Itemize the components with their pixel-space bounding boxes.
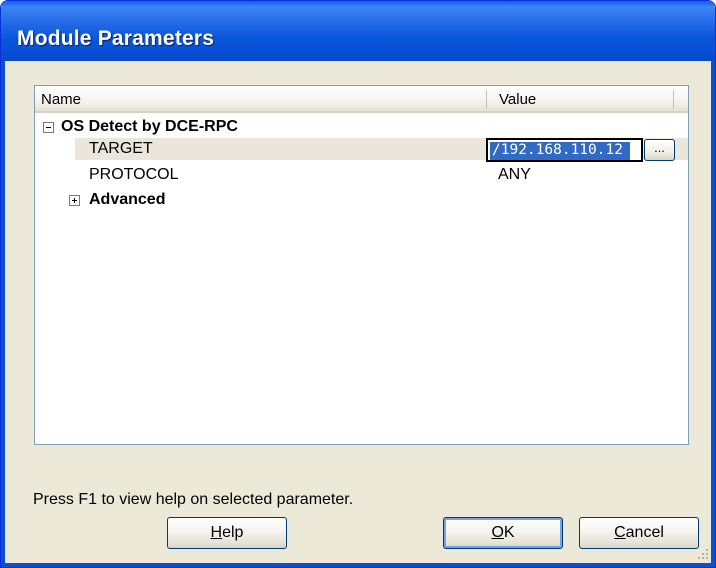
resize-grip-icon[interactable] [697, 549, 709, 561]
column-divider[interactable] [486, 90, 487, 109]
ok-button[interactable]: OK [443, 517, 563, 549]
window-frame-right [711, 61, 715, 567]
parameter-grid: Name Value OS Detect by DCE-RPC TARGET /… [34, 85, 689, 445]
module-parameters-dialog: Module Parameters Name Value OS Detect b… [0, 0, 716, 568]
group-label[interactable]: OS Detect by DCE-RPC [61, 118, 238, 136]
column-divider[interactable] [673, 90, 674, 109]
expand-icon[interactable] [69, 195, 80, 206]
window-frame-bottom [1, 563, 715, 567]
help-hint-text: Press F1 to view help on selected parame… [33, 491, 354, 508]
param-name-target[interactable]: TARGET [89, 140, 153, 158]
collapse-icon[interactable] [43, 122, 54, 133]
cancel-button[interactable]: Cancel [579, 517, 699, 549]
title-bar[interactable]: Module Parameters [1, 1, 715, 61]
window-title: Module Parameters [17, 27, 215, 50]
help-mnemonic: H [210, 524, 223, 541]
target-value-text: /192.168.110.12 [492, 142, 623, 158]
param-name-protocol[interactable]: PROTOCOL [89, 166, 179, 184]
browse-button[interactable]: ... [644, 139, 675, 161]
help-button[interactable]: Help [167, 517, 287, 549]
target-value-input[interactable]: /192.168.110.12 [486, 138, 643, 162]
column-header-name[interactable]: Name [41, 91, 81, 108]
grid-header: Name Value [35, 86, 688, 113]
param-value-protocol[interactable]: ANY [498, 166, 531, 184]
cancel-mnemonic: C [614, 524, 626, 541]
advanced-group-label[interactable]: Advanced [89, 191, 165, 209]
ok-mnemonic: O [491, 524, 504, 541]
column-header-value[interactable]: Value [499, 91, 536, 108]
window-frame-left [1, 61, 5, 567]
